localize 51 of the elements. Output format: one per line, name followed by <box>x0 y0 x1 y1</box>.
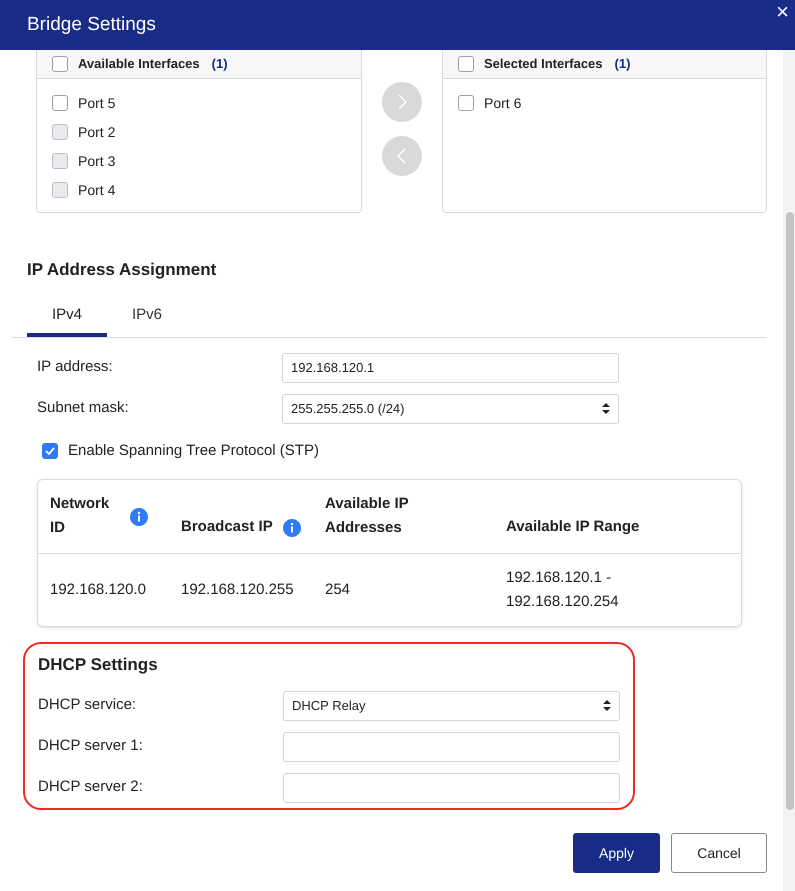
tab[interactable]: IPv4 <box>27 298 107 336</box>
item-count: (1) <box>212 55 228 74</box>
check-icon <box>45 446 55 455</box>
field-label: DHCP server 1: <box>38 736 144 756</box>
column-header: Network ID <box>50 494 110 538</box>
table-cell-text: 254 <box>325 580 352 600</box>
dropdown[interactable]: DHCP Relay <box>283 690 620 720</box>
checkbox[interactable] <box>458 95 474 111</box>
chevron-right-icon <box>397 94 407 110</box>
port-label: Port 3 <box>78 152 116 170</box>
section-title: DHCP Settings <box>38 654 159 676</box>
chevron-left-icon <box>397 148 407 164</box>
dialog-title: Bridge Settings <box>27 12 156 37</box>
port-label: Port 6 <box>484 94 522 112</box>
cancel-button[interactable]: Cancel <box>671 833 767 873</box>
column-header: Broadcast IP <box>181 517 273 537</box>
dropdown[interactable]: 255.255.255.0 (/24) <box>282 394 619 424</box>
apply-button[interactable]: Apply <box>573 833 660 873</box>
move-left-button[interactable] <box>382 136 422 176</box>
close-button[interactable]: × <box>776 0 789 24</box>
checkbox[interactable] <box>42 442 58 459</box>
table-cell-text: 192.168.120.0 <box>50 580 147 600</box>
tab[interactable]: IPv6 <box>107 298 187 336</box>
input-field[interactable] <box>283 732 620 762</box>
column-header: Available IP Addresses <box>325 494 410 538</box>
port-label: Port 2 <box>78 122 116 142</box>
sort-caret-icon <box>602 403 610 414</box>
field-label: DHCP server 2: <box>38 777 144 798</box>
info-icon[interactable] <box>130 508 148 526</box>
info-icon[interactable] <box>282 519 301 537</box>
checkbox[interactable] <box>52 95 68 111</box>
column-header: Available IP Range <box>506 517 640 537</box>
field-label: Subnet mask: <box>37 398 130 418</box>
checkbox[interactable] <box>458 56 474 72</box>
item-count: (1) <box>614 55 630 74</box>
table-cell-text: 192.168.120.255 <box>181 580 295 600</box>
move-right-button[interactable] <box>382 82 422 122</box>
field-label: DHCP service: <box>38 695 138 716</box>
table-cell-text: 192.168.120.1 - 192.168.120.254 <box>506 568 620 612</box>
field-label: IP address: <box>37 357 114 378</box>
checkbox[interactable] <box>52 56 68 72</box>
checkbox-label: Enable Spanning Tree Protocol (STP) <box>68 440 319 460</box>
input-field[interactable] <box>283 772 620 802</box>
panel-title: Selected Interfaces <box>484 55 603 74</box>
sort-caret-icon <box>603 700 611 711</box>
section-title: IP Address Assignment <box>26 259 218 281</box>
port-label: Port 4 <box>78 180 116 200</box>
scrollbar-thumb[interactable] <box>786 212 794 810</box>
port-label: Port 5 <box>78 94 116 112</box>
panel-title: Available Interfaces <box>78 55 200 74</box>
input-field[interactable]: 192.168.120.1 <box>282 352 619 382</box>
